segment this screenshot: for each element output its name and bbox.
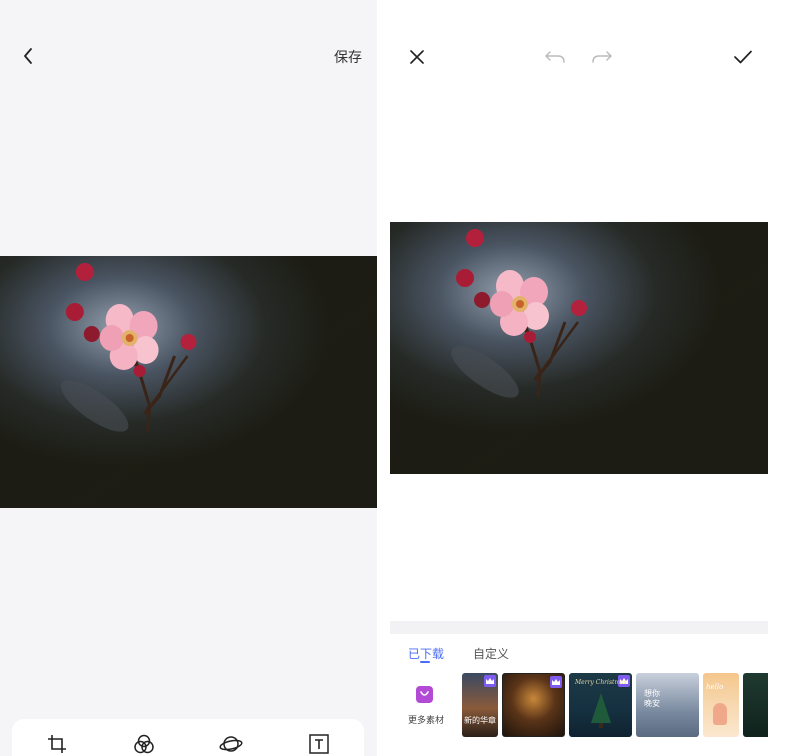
more-materials-button[interactable]: 更多素材 <box>403 684 445 728</box>
shopping-bag-icon <box>416 686 433 703</box>
planet-icon <box>219 736 243 752</box>
template-text: 新的华章 <box>464 716 496 725</box>
close-button[interactable] <box>405 45 429 69</box>
template-thumbnail[interactable]: 想你 晚安 <box>636 673 699 737</box>
template-thumbnail[interactable]: Merry Christmas <box>569 673 632 737</box>
screen: 保存 已下载 自定义 更多素材 新的华章 Merry Christmas 想你 … <box>0 0 793 756</box>
template-thumbnail[interactable] <box>743 673 768 737</box>
redo-button[interactable] <box>591 47 613 67</box>
template-text: Merry Christmas <box>575 679 627 686</box>
tab-downloaded[interactable]: 已下载 <box>408 645 444 662</box>
template-thumbnail[interactable]: 新的华章 <box>462 673 498 737</box>
filter-icon <box>134 734 154 754</box>
panel-divider <box>390 621 768 634</box>
filter-tool-button[interactable] <box>132 732 156 756</box>
photo-preview <box>0 256 377 508</box>
text-tool-button[interactable] <box>307 732 331 756</box>
close-icon <box>410 50 424 64</box>
redo-icon <box>592 51 612 63</box>
save-button[interactable]: 保存 <box>334 47 362 67</box>
photo-editor-panel: 保存 <box>0 0 377 756</box>
undo-icon <box>545 51 565 63</box>
text-icon <box>309 734 329 754</box>
sticker-tool-button[interactable] <box>219 732 243 756</box>
template-thumbnail[interactable]: hello <box>703 673 739 737</box>
tab-custom[interactable]: 自定义 <box>473 645 509 662</box>
active-tab-indicator <box>420 661 430 663</box>
check-icon <box>734 50 752 64</box>
undo-button[interactable] <box>544 47 566 67</box>
crown-icon <box>550 676 562 688</box>
back-button[interactable] <box>16 44 40 68</box>
photo-preview <box>390 222 768 474</box>
crown-icon <box>484 675 496 687</box>
crop-tool-button[interactable] <box>45 732 69 756</box>
crop-icon <box>48 735 66 753</box>
template-figure <box>713 703 727 725</box>
template-thumbnail[interactable] <box>502 673 565 737</box>
chevron-left-icon <box>24 48 32 64</box>
template-text: hello <box>706 683 724 691</box>
more-materials-label: 更多素材 <box>407 716 444 726</box>
template-text: 想你 晚安 <box>644 689 660 708</box>
confirm-button[interactable] <box>731 45 755 69</box>
frame-editor-panel: 已下载 自定义 更多素材 新的华章 Merry Christmas 想你 晚安 … <box>377 0 793 756</box>
